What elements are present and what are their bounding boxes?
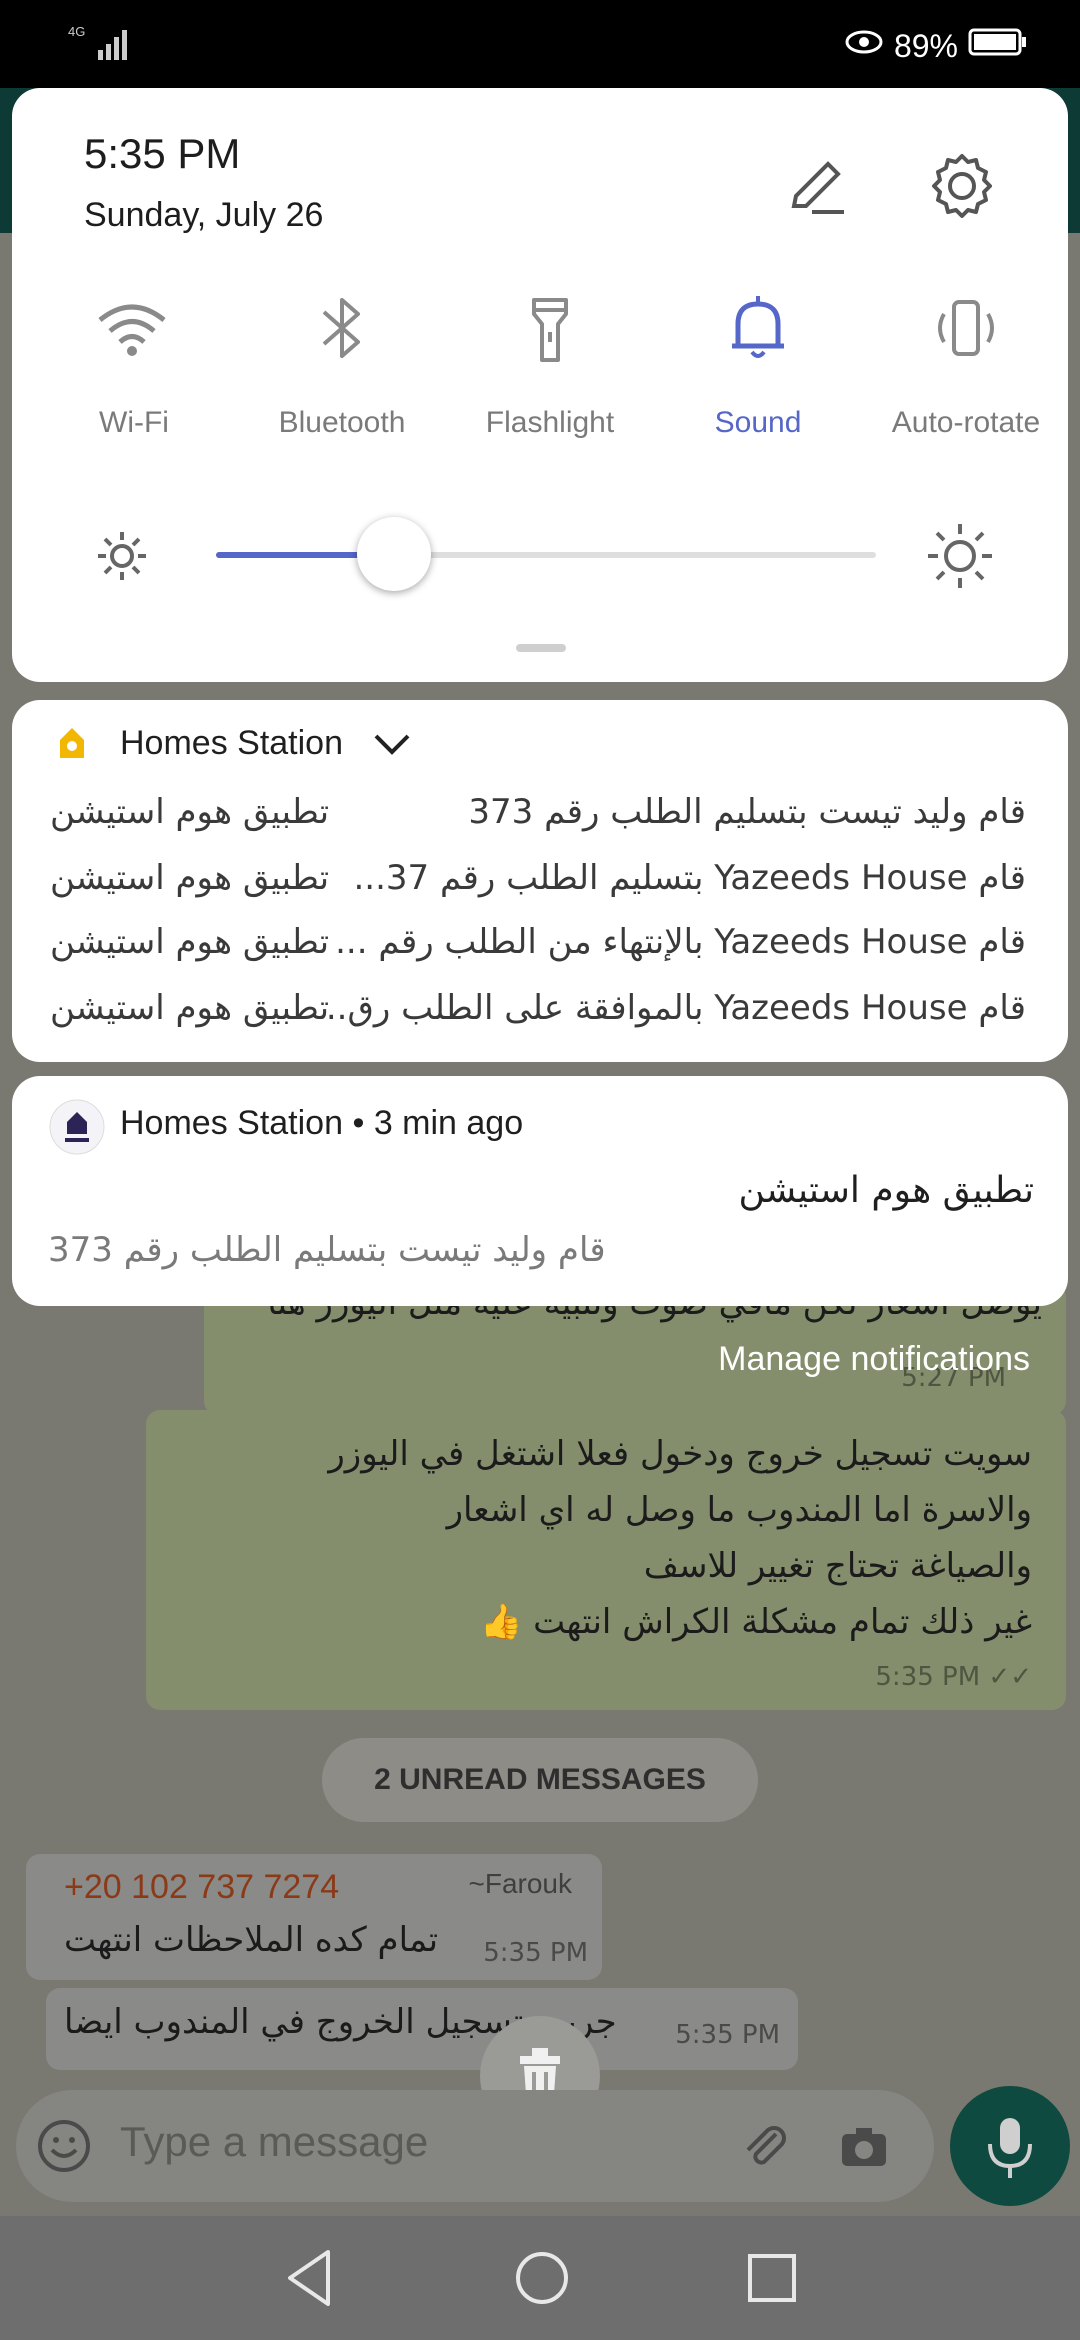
wifi-icon xyxy=(98,304,166,356)
incoming-message-bubble: جربت تسجيل الخروج في المندوب ايضا 5:35 P… xyxy=(46,1988,798,2070)
brightness-slider-thumb[interactable] xyxy=(357,517,431,591)
battery-percent: 89% xyxy=(893,27,958,64)
navigation-bar xyxy=(0,2216,1080,2340)
tile-bluetooth[interactable]: Bluetooth xyxy=(242,88,442,448)
tile-wifi[interactable]: Wi-Fi xyxy=(34,88,234,448)
brightness-high-icon xyxy=(928,524,992,588)
notification-row-title: تطبيق هوم استيشن xyxy=(50,792,330,832)
message-line: والصياغة تحتاج تغيير للاسف xyxy=(643,1546,1032,1586)
notification-title: تطبيق هوم استيشن xyxy=(738,1170,1034,1211)
notification-app-name: Homes Station xyxy=(120,724,343,762)
incoming-message-time: 5:35 PM xyxy=(675,2020,780,2050)
message-line: غير ذلك تمام مشكلة الكراش انتهت 👍 xyxy=(480,1602,1032,1642)
notification-header: Homes Station • 3 min ago xyxy=(120,1104,523,1143)
notification-row[interactable]: تطبيق هوم استيشن قام Yazeeds House بالإن… xyxy=(12,922,1068,982)
expand-chevron-icon[interactable] xyxy=(370,724,414,764)
voice-record-button[interactable] xyxy=(950,2086,1070,2206)
attach-icon[interactable] xyxy=(734,2116,794,2176)
incoming-message-text: تمام كده الملاحظات انتهت xyxy=(64,1920,439,1960)
message-line: سويت تسجيل خروج ودخول فعلا اشتغل في اليو… xyxy=(328,1434,1032,1474)
brightness-slider[interactable] xyxy=(216,517,876,591)
homes-station-logo-icon xyxy=(49,1099,105,1155)
back-icon[interactable] xyxy=(280,2246,340,2310)
message-input-bar[interactable]: Type a message xyxy=(16,2090,934,2202)
notification-app-name: Homes Station xyxy=(120,1104,343,1142)
quick-settings-panel: 5:35 PM Sunday, July 26 Wi-Fi Bluetooth … xyxy=(12,88,1068,682)
manage-notifications-link[interactable]: Manage notifications xyxy=(718,1340,1030,1379)
separator-dot: • xyxy=(352,1104,374,1142)
flashlight-icon xyxy=(532,298,568,362)
message-bubble: سويت تسجيل خروج ودخول فعلا اشتغل في اليو… xyxy=(146,1410,1066,1710)
eye-comfort-icon xyxy=(844,27,884,65)
incoming-message-bubble: +20 102 737 7274 ~Farouk تمام كده الملاح… xyxy=(26,1854,602,1980)
incoming-message-time: 5:35 PM xyxy=(483,1938,588,1968)
brightness-low-icon xyxy=(98,532,146,580)
home-icon[interactable] xyxy=(510,2246,574,2310)
tile-sound[interactable]: Sound xyxy=(658,88,858,448)
message-body: سويت تسجيل خروج ودخول فعلا اشتغل في اليو… xyxy=(172,1426,1032,1650)
homes-station-app-icon xyxy=(60,728,84,758)
notification-row-title: تطبيق هوم استيشن xyxy=(50,858,330,898)
message-line: والاسرة اما المندوب ما وصل له اي اشعار xyxy=(446,1490,1032,1530)
tile-label: Flashlight xyxy=(485,406,615,439)
panel-drag-handle[interactable] xyxy=(516,644,566,652)
notification-row-title: تطبيق هوم استيشن xyxy=(50,988,330,1028)
auto-rotate-icon xyxy=(938,300,994,356)
cell-signal-icon: 4G xyxy=(68,22,138,62)
tile-label: Wi-Fi xyxy=(99,406,169,439)
network-type-label: 4G xyxy=(68,24,85,39)
notification-row[interactable]: تطبيق هوم استيشن قام Yazeeds House بالمو… xyxy=(12,988,1068,1048)
tile-label: Auto-rotate xyxy=(891,406,1041,439)
notification-row-text: قام وليد تيست بتسليم الطلب رقم 373 xyxy=(468,792,1026,832)
notification-row-text: قام Yazeeds House بالإنتهاء من الطلب رقم… xyxy=(335,922,1026,962)
tile-label: Bluetooth xyxy=(278,406,406,439)
notification-row-title: تطبيق هوم استيشن xyxy=(50,922,330,962)
message-input[interactable]: Type a message xyxy=(120,2118,428,2166)
notification-group-card[interactable]: Homes Station تطبيق هوم استيشن قام وليد … xyxy=(12,700,1068,1062)
notification-time: 3 min ago xyxy=(373,1104,524,1142)
thumbs-up-icon: 👍 xyxy=(480,1602,523,1642)
emoji-icon[interactable] xyxy=(36,2118,92,2174)
camera-icon[interactable] xyxy=(834,2116,894,2176)
message-time: 5:35 PM ✓✓ xyxy=(875,1662,1032,1692)
bluetooth-icon xyxy=(322,298,360,358)
notification-card[interactable]: Homes Station • 3 min ago تطبيق هوم استي… xyxy=(12,1076,1068,1306)
microphone-icon xyxy=(988,2118,1032,2178)
notification-row[interactable]: تطبيق هوم استيشن قام وليد تيست بتسليم ال… xyxy=(12,792,1068,852)
notification-row-text: قام Yazeeds House بالموافقة على الطلب رق… xyxy=(326,988,1026,1028)
double-check-icon: ✓✓ xyxy=(988,1662,1032,1692)
bell-icon xyxy=(732,296,784,358)
tile-auto-rotate[interactable]: Auto-rotate xyxy=(866,88,1066,448)
sender-phone[interactable]: +20 102 737 7274 xyxy=(64,1868,339,1907)
notification-text: قام وليد تيست بتسليم الطلب رقم 373 xyxy=(48,1230,606,1270)
notification-row-text: قام Yazeeds House بتسليم الطلب رقم 37... xyxy=(353,858,1026,898)
battery-icon xyxy=(968,27,1028,65)
status-bar: 4G 89% xyxy=(0,0,1080,88)
notification-row[interactable]: تطبيق هوم استيشن قام Yazeeds House بتسلي… xyxy=(12,858,1068,918)
tile-label: Sound xyxy=(714,406,802,439)
tile-flashlight[interactable]: Flashlight xyxy=(450,88,650,448)
unread-messages-badge: 2 UNREAD MESSAGES xyxy=(322,1738,758,1822)
sender-name: ~Farouk xyxy=(468,1868,573,1899)
recents-icon[interactable] xyxy=(742,2248,802,2308)
